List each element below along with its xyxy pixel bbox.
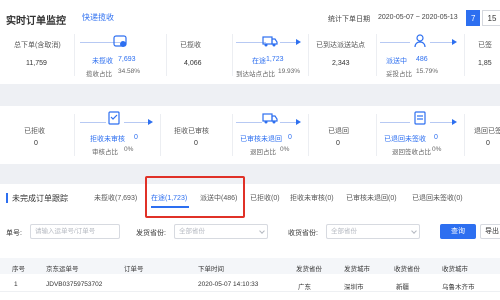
arrived-station-value: 2,343 <box>332 60 350 67</box>
returned-unsigned-label[interactable]: 已退回未签收 <box>384 134 426 144</box>
col-order-no: 订单号 <box>124 266 144 273</box>
col-waybill: 京东运单号 <box>46 266 79 273</box>
review-ratio-label: 审核占比 <box>92 149 118 156</box>
unfinished-orders-panel: 未完成订单跟踪 未揽收(7,693) 在途(1,723) 派送中(486) 已拒… <box>0 184 500 300</box>
return-signed-ratio-label: 退回签收占比 <box>392 149 431 156</box>
order-number-label: 单号: <box>6 230 22 237</box>
date-range-text[interactable]: 2020-05-07 ~ 2020-05-13 <box>378 14 458 21</box>
receipt-icon <box>412 110 428 126</box>
col-order-time: 下单时间 <box>198 266 224 273</box>
col-ship-province: 发货省份 <box>296 266 322 273</box>
chevron-down-icon <box>259 228 265 234</box>
chevron-down-icon <box>411 228 417 234</box>
delivery-person-icon <box>412 33 428 49</box>
tab-reject-unreviewed[interactable]: 拒收未审核(0) <box>290 193 334 203</box>
col-recv-city: 收货城市 <box>442 266 468 273</box>
date-7d-button[interactable]: 7日 <box>466 10 480 39</box>
cell-index: 1 <box>14 281 18 288</box>
cell-ship-city: 深圳市 <box>344 284 364 291</box>
collected-value: 4,066 <box>184 60 202 67</box>
collect-ratio-label: 揽收占比 <box>86 71 112 78</box>
order-funnel-row: 总下单(含取消) 11,759 未揽收 7,693 揽收占比 34.58% 已揽… <box>0 26 500 84</box>
table-row[interactable]: 1 JDVB03759753702 2020-05-07 14:10:33 广东… <box>0 276 500 292</box>
section-title: 未完成订单跟踪 <box>12 194 68 203</box>
delivering-label[interactable]: 派送中 <box>386 56 407 66</box>
returned-signed-label: 退回已签 <box>474 128 500 135</box>
arrived-station-label: 已到达派送站点 <box>316 42 365 49</box>
reject-unreviewed-label[interactable]: 拒收未审核 <box>90 134 125 144</box>
reject-reviewed-value: 0 <box>194 140 198 147</box>
tab-rejected[interactable]: 已拒收(0) <box>250 193 280 203</box>
tab-returned-unsigned[interactable]: 已退回未签收(0) <box>412 193 463 203</box>
return-truck-icon <box>262 110 278 126</box>
tab-express-pickup[interactable]: 快递揽收 <box>82 12 114 23</box>
not-collected-value[interactable]: 7,693 <box>118 56 136 63</box>
cell-ship-province: 广东 <box>298 284 311 291</box>
page-title: 实时订单监控 <box>6 16 66 27</box>
col-ship-city: 发货城市 <box>344 266 370 273</box>
cell-recv-province: 新疆 <box>396 284 409 291</box>
delivered-ratio-label: 妥投占比 <box>386 71 412 78</box>
rejected-value: 0 <box>34 140 38 147</box>
receive-province-placeholder: 全部省份 <box>331 228 357 235</box>
section-accent-bar <box>6 193 8 203</box>
tab-not-collected[interactable]: 未揽收(7,693) <box>94 193 137 203</box>
delivered-ratio-value: 15.79% <box>416 68 439 75</box>
export-button[interactable]: 导出 <box>480 224 500 239</box>
receive-province-label: 收货省份: <box>288 230 318 237</box>
arrival-ratio-label: 到达站点占比 <box>236 71 275 78</box>
order-number-input[interactable]: 请输入运单号/订单号 <box>30 224 120 239</box>
ship-province-select[interactable]: 全部省份 <box>174 224 268 239</box>
date-filter-label: 统计下单日期 <box>328 16 370 23</box>
reject-reviewed-label: 拒收已审核 <box>174 128 209 135</box>
table-header: 序号 京东运单号 订单号 下单时间 发货省份 发货城市 收货省份 收货城市 <box>0 258 500 274</box>
collected-label: 已揽收 <box>180 42 201 49</box>
reviewed-not-returned-value[interactable]: 0 <box>288 134 292 141</box>
cell-waybill[interactable]: JDVB03759753702 <box>46 281 102 288</box>
date-15d-button[interactable]: 15日 <box>482 10 500 39</box>
returned-label: 已退回 <box>328 128 349 135</box>
in-transit-value[interactable]: 1,723 <box>266 56 284 63</box>
not-collected-label[interactable]: 未揽收 <box>92 56 113 66</box>
delivering-value[interactable]: 486 <box>416 56 428 63</box>
returned-value: 0 <box>336 140 340 147</box>
return-ratio-label: 退回占比 <box>250 149 276 156</box>
signed-label: 已签 <box>478 42 492 49</box>
truck-icon <box>262 33 278 49</box>
returned-unsigned-value[interactable]: 0 <box>434 134 438 141</box>
rejection-funnel-row: 已拒收 0 拒收未审核 0 审核占比 0% 拒收已审核 0 已审核未退回 0 退… <box>0 106 500 164</box>
return-signed-ratio-value: 0% <box>432 146 442 153</box>
tab-reviewed-not-returned[interactable]: 已审核未退回(0) <box>346 193 397 203</box>
reject-unreviewed-value[interactable]: 0 <box>134 134 138 141</box>
collect-ratio-value: 34.58% <box>118 68 141 75</box>
col-index: 序号 <box>12 266 25 273</box>
cell-recv-city: 乌鲁木齐市 <box>442 284 475 291</box>
total-orders-value: 11,759 <box>26 60 47 67</box>
arrival-ratio-value: 19.93% <box>278 68 301 75</box>
returned-signed-value: 0 <box>486 140 490 147</box>
in-transit-label[interactable]: 在途 <box>252 56 266 66</box>
col-recv-province: 收货省份 <box>394 266 420 273</box>
ship-province-placeholder: 全部省份 <box>179 228 205 235</box>
total-orders-label: 总下单(含取消) <box>14 42 61 49</box>
cell-order-time: 2020-05-07 14:10:33 <box>198 281 259 288</box>
ship-province-label: 发货省份: <box>136 230 166 237</box>
reviewed-not-returned-label[interactable]: 已审核未退回 <box>240 134 282 144</box>
signed-value: 1,85 <box>478 60 492 67</box>
return-ratio-value: 0% <box>280 146 290 153</box>
annotation-highlight-box <box>145 176 245 218</box>
review-document-icon <box>106 110 122 126</box>
rejected-label: 已拒收 <box>24 128 45 135</box>
review-ratio-value: 0% <box>124 146 134 153</box>
receive-province-select[interactable]: 全部省份 <box>326 224 420 239</box>
collect-pending-icon <box>112 33 128 49</box>
search-button[interactable]: 查询 <box>440 224 476 239</box>
